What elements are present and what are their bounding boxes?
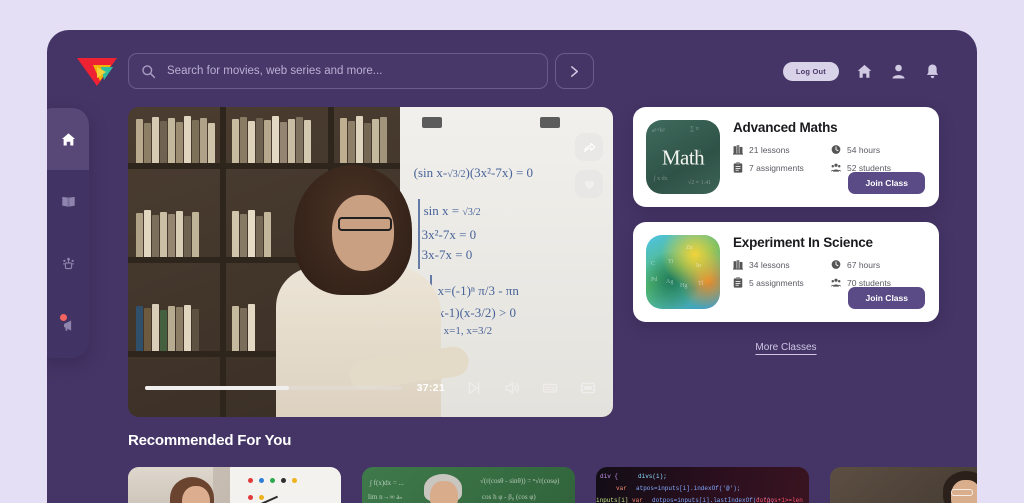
class-title: Advanced Maths bbox=[733, 120, 838, 135]
top-right-actions: Log Out bbox=[782, 53, 941, 89]
chevron-right-icon bbox=[570, 65, 579, 77]
stat-lessons: 21 lessons bbox=[733, 144, 827, 155]
classroom-whiteboard-thumbnail[interactable] bbox=[128, 467, 341, 503]
math-thumbnail-label: Math bbox=[661, 145, 705, 170]
more-classes-link-wrap: More Classes bbox=[633, 337, 939, 355]
stat-assignments-value: 7 assignments bbox=[749, 162, 804, 173]
heart-icon bbox=[584, 180, 594, 189]
stat-students-value: 52 students bbox=[847, 162, 891, 173]
stat-hours: 54 hours bbox=[831, 144, 925, 155]
sidebar-nav bbox=[47, 108, 89, 358]
stat-assignments: 5 assignments bbox=[733, 277, 827, 288]
search-submit-button[interactable] bbox=[555, 53, 594, 89]
science-thumbnail: C Pd Ag Hg Tl Ti In Zn bbox=[646, 235, 720, 309]
search-bar[interactable] bbox=[128, 53, 548, 89]
fullscreen-icon[interactable] bbox=[580, 380, 596, 396]
science-lab-thumbnail[interactable] bbox=[830, 467, 977, 503]
stat-lessons: 34 lessons bbox=[733, 259, 827, 270]
class-stats: 34 lessons 67 hours 5 assignments 70 stu… bbox=[733, 259, 925, 288]
user-icon[interactable] bbox=[890, 63, 907, 80]
share-button[interactable] bbox=[575, 133, 603, 161]
control-icon-group bbox=[466, 380, 596, 396]
students-icon bbox=[831, 163, 841, 172]
notification-badge-dot bbox=[60, 314, 67, 321]
class-card[interactable]: C Pd Ag Hg Tl Ti In Zn Experiment In Sci… bbox=[633, 222, 939, 322]
stat-assignments-value: 5 assignments bbox=[749, 277, 804, 288]
stat-lessons-value: 21 lessons bbox=[749, 144, 790, 155]
sidebar-item-home[interactable] bbox=[47, 108, 89, 170]
search-input[interactable] bbox=[156, 65, 535, 77]
stat-hours-value: 54 hours bbox=[847, 144, 881, 155]
clipboard-icon bbox=[733, 162, 743, 173]
stat-assignments: 7 assignments bbox=[733, 162, 827, 173]
community-icon bbox=[62, 257, 75, 269]
stat-students-value: 70 students bbox=[847, 277, 891, 288]
join-class-button[interactable]: Join Class bbox=[848, 287, 925, 309]
video-overlay-actions bbox=[575, 133, 603, 198]
logout-button[interactable]: Log Out bbox=[782, 61, 839, 81]
more-classes-link[interactable]: More Classes bbox=[755, 342, 816, 353]
video-thumbnail: (sin x-√3/2)(3x²-7x) = 0 sin x = √3/2 3x… bbox=[128, 107, 613, 417]
students-icon bbox=[831, 278, 841, 287]
book-icon bbox=[62, 196, 75, 207]
recommended-section-title: Recommended For You bbox=[128, 432, 292, 449]
code-editor-thumbnail[interactable]: div { divs(i); var atpos=inputs[i].index… bbox=[596, 467, 809, 503]
class-stats: 21 lessons 54 hours 7 assignments 52 stu… bbox=[733, 144, 925, 173]
join-class-button[interactable]: Join Class bbox=[848, 172, 925, 194]
math-thumbnail: a²+b² ∑ π ∫ x dx √2 ≈ 1.41 θ Math bbox=[646, 120, 720, 194]
search-icon bbox=[141, 64, 156, 79]
home-icon[interactable] bbox=[856, 63, 873, 80]
top-bar: Log Out bbox=[47, 30, 977, 110]
recommended-card-row: ∫ f(x)dx = ... lim n→∞ aₙ a·q ⁿ⁻¹ √(r(co… bbox=[128, 467, 977, 503]
progress-fill bbox=[145, 386, 289, 390]
skip-next-icon[interactable] bbox=[466, 380, 482, 396]
subtitles-icon[interactable] bbox=[542, 380, 558, 396]
clock-icon bbox=[831, 260, 841, 269]
stat-lessons-value: 34 lessons bbox=[749, 259, 790, 270]
favorite-button[interactable] bbox=[575, 170, 603, 198]
lessons-icon bbox=[733, 260, 743, 270]
sidebar-item-library[interactable] bbox=[47, 170, 89, 232]
class-card-list: a²+b² ∑ π ∫ x dx √2 ≈ 1.41 θ Math Advanc… bbox=[633, 107, 939, 355]
chalkboard-teacher-thumbnail[interactable]: ∫ f(x)dx = ... lim n→∞ aₙ a·q ⁿ⁻¹ √(r(co… bbox=[362, 467, 575, 503]
clock-icon bbox=[831, 145, 841, 154]
app-panel: Log Out bbox=[47, 30, 977, 503]
class-card[interactable]: a²+b² ∑ π ∫ x dx √2 ≈ 1.41 θ Math Advanc… bbox=[633, 107, 939, 207]
timecode: 37:21 bbox=[416, 382, 445, 394]
stat-hours: 67 hours bbox=[831, 259, 925, 270]
class-title: Experiment In Science bbox=[733, 235, 873, 250]
share-icon bbox=[583, 142, 595, 152]
app-root: Log Out bbox=[0, 0, 1024, 503]
stat-hours-value: 67 hours bbox=[847, 259, 881, 270]
play-triangle-logo[interactable] bbox=[75, 55, 119, 89]
lessons-icon bbox=[733, 145, 743, 155]
home-icon bbox=[61, 132, 76, 145]
progress-bar[interactable] bbox=[145, 386, 402, 390]
video-player[interactable]: (sin x-√3/2)(3x²-7x) = 0 sin x = √3/2 3x… bbox=[128, 107, 613, 417]
video-controls: 37:21 bbox=[128, 373, 613, 403]
bell-icon[interactable] bbox=[924, 63, 941, 80]
clipboard-icon bbox=[733, 277, 743, 288]
sidebar-item-community[interactable] bbox=[47, 232, 89, 294]
sidebar-item-announcements[interactable] bbox=[47, 294, 89, 356]
volume-icon[interactable] bbox=[504, 380, 520, 396]
